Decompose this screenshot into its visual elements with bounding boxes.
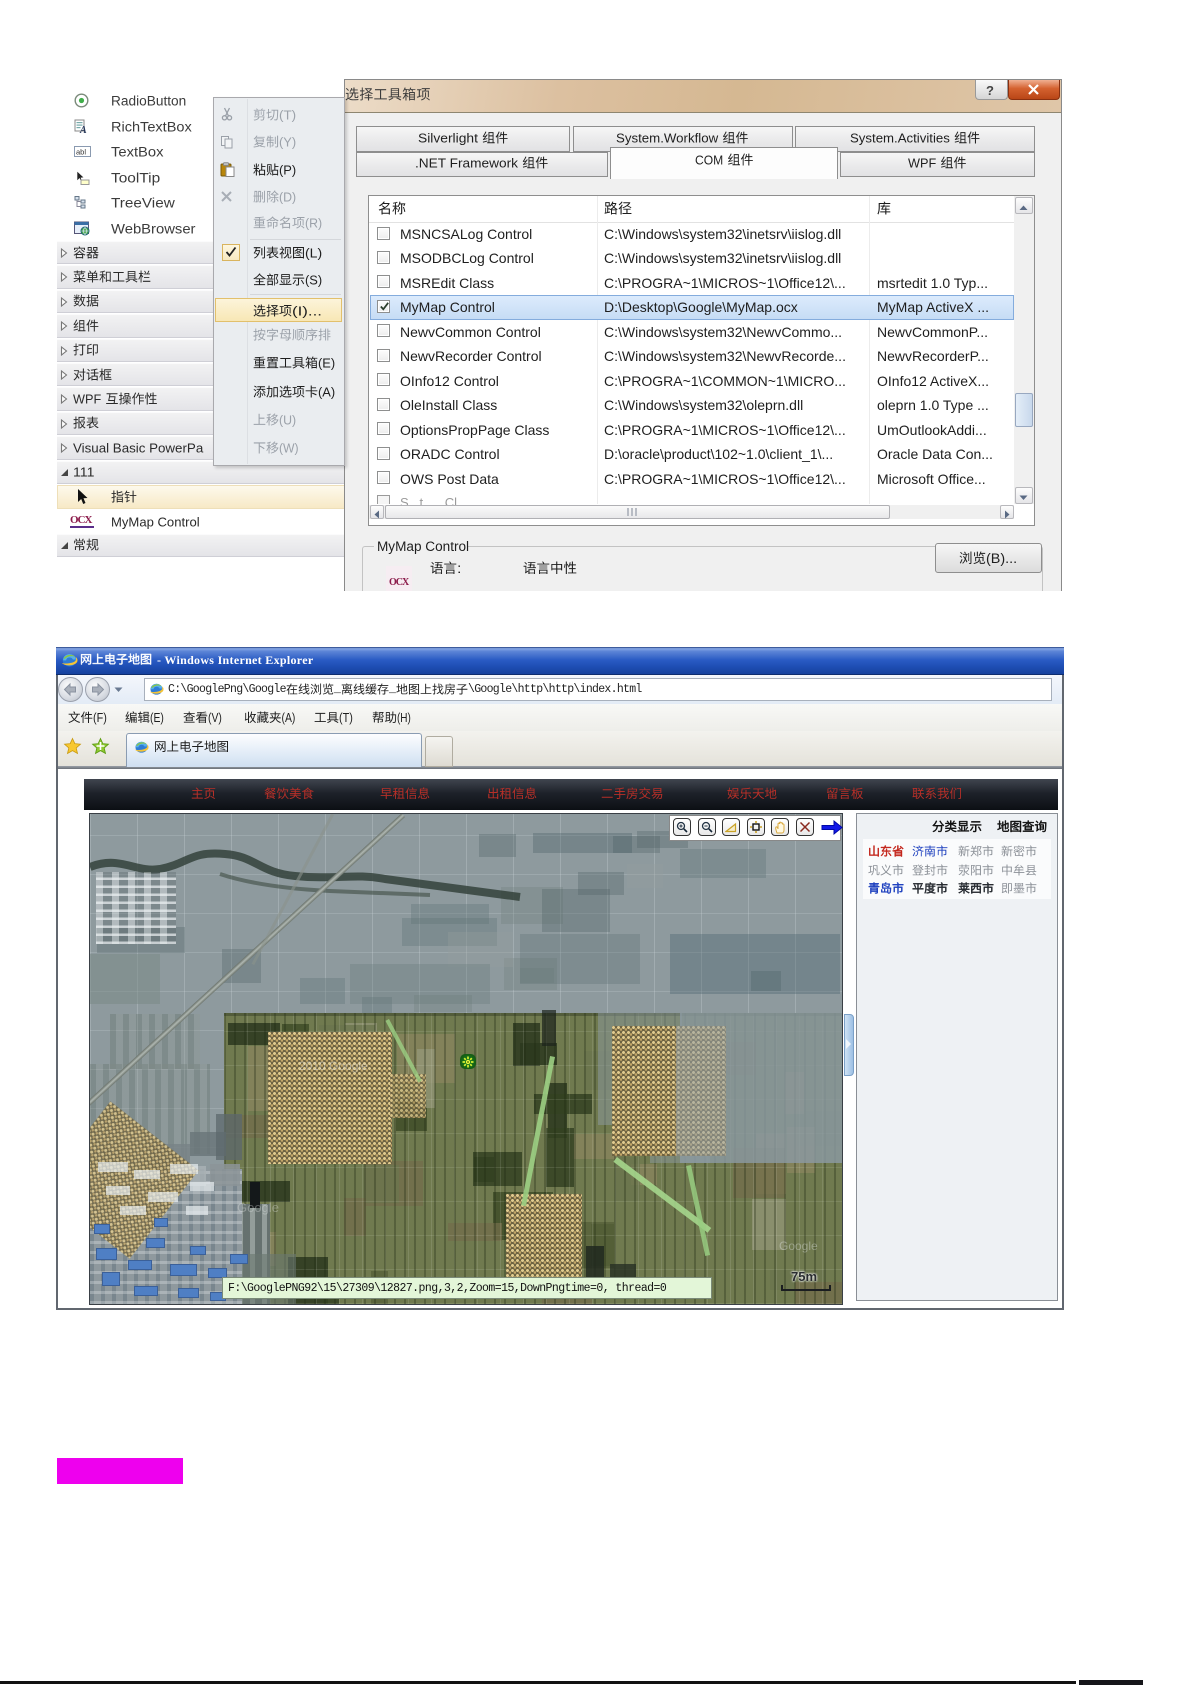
svg-text:abl: abl <box>76 148 86 157</box>
svg-text:RichTextBox: RichTextBox <box>111 118 192 134</box>
svg-text:A: A <box>79 125 87 134</box>
svg-text:(V): (V) <box>208 710 222 724</box>
svg-text:(R): (R) <box>305 215 322 230</box>
svg-text:WebBrowser: WebBrowser <box>111 220 196 236</box>
svg-text:(E): (E) <box>150 710 164 724</box>
svg-text:(H): (H) <box>397 710 411 724</box>
svg-text:Visual Basic PowerPa: Visual Basic PowerPa <box>73 440 204 455</box>
svg-text:(P): (P) <box>279 162 296 177</box>
svg-text:(W): (W) <box>279 440 299 455</box>
svg-text::: : <box>457 560 461 575</box>
svg-text:TreeView: TreeView <box>111 195 176 211</box>
svg-text:MyMap Control: MyMap Control <box>377 538 469 553</box>
svg-text:(L): (L) <box>305 245 322 260</box>
svg-text:.NET Framework: .NET Framework <box>415 155 518 170</box>
svg-text:(I)...: (I)... <box>292 303 322 318</box>
svg-text:Silverlight: Silverlight <box>418 130 478 145</box>
svg-text:(D): (D) <box>279 189 296 204</box>
svg-text:(A): (A) <box>318 384 335 399</box>
svg-text:COM: COM <box>695 152 723 167</box>
svg-text:(B)...: (B)... <box>986 550 1017 565</box>
svg-text:RadioButton: RadioButton <box>111 92 186 108</box>
svg-text:TextBox: TextBox <box>111 144 163 160</box>
svg-text:(U): (U) <box>279 412 296 427</box>
svg-text:(Y): (Y) <box>279 134 296 149</box>
svg-text:WPF: WPF <box>908 155 936 170</box>
svg-text:111: 111 <box>73 465 94 480</box>
svg-text:ToolTip: ToolTip <box>111 169 160 185</box>
svg-text:MyMap Control: MyMap Control <box>111 514 200 529</box>
svg-text:System.Activities: System.Activities <box>850 130 950 145</box>
svg-text:(S): (S) <box>305 272 322 287</box>
svg-text:(E): (E) <box>318 355 335 370</box>
svg-text:System.Workflow: System.Workflow <box>616 130 719 145</box>
svg-text:(T): (T) <box>279 107 296 122</box>
svg-text:(F): (F) <box>93 710 107 724</box>
svg-text:(T): (T) <box>339 710 353 724</box>
svg-text:WPF: WPF <box>73 391 101 406</box>
svg-text:(A): (A) <box>281 710 295 724</box>
